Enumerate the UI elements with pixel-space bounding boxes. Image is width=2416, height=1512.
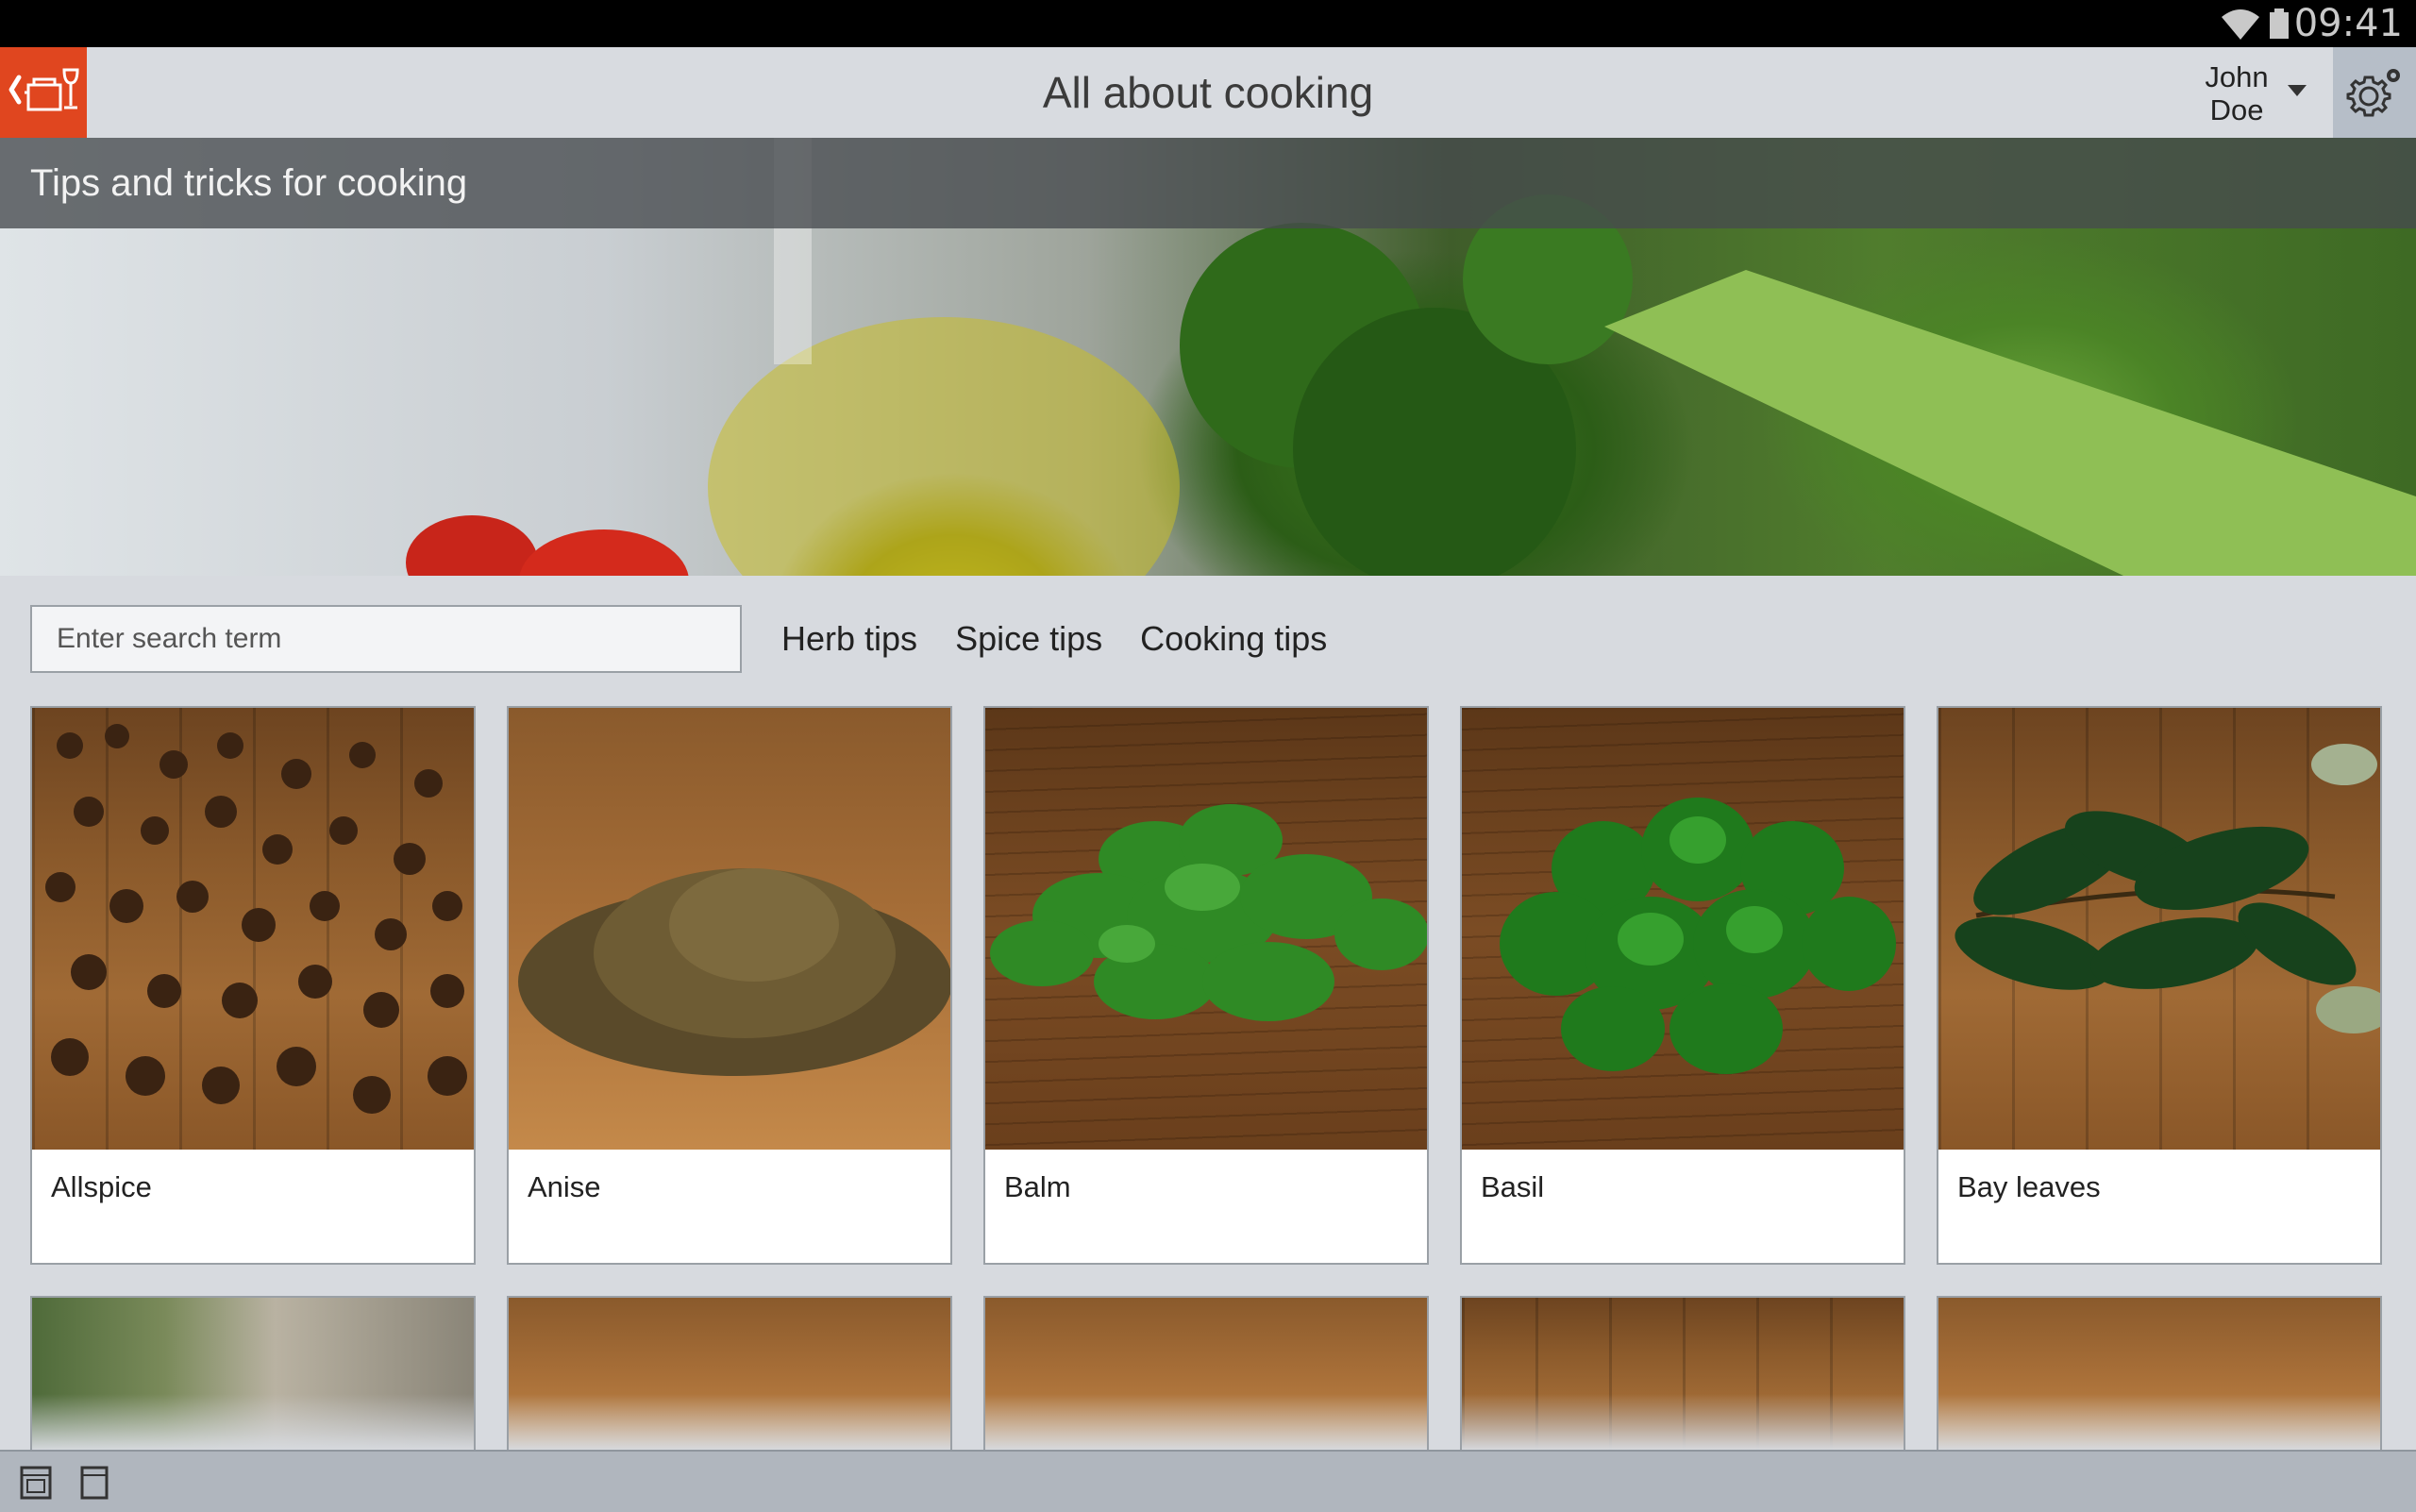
- caret-down-icon: [2288, 85, 2307, 96]
- card-basil[interactable]: Basil: [1460, 706, 1905, 1265]
- herb-tips-link[interactable]: Herb tips: [781, 605, 917, 673]
- app-header: All about cooking John Doe: [0, 47, 2416, 138]
- user-name: John Doe: [2190, 60, 2284, 126]
- cooking-tips-link[interactable]: Cooking tips: [1140, 605, 1327, 673]
- hero-banner: Tips and tricks for cooking: [0, 138, 2416, 576]
- gear-icon: [2346, 69, 2400, 117]
- settings-button[interactable]: [2333, 47, 2416, 138]
- card-fade: [32, 1394, 474, 1451]
- page-title: All about cooking: [1042, 68, 1374, 117]
- card-row2-5[interactable]: [1937, 1296, 2382, 1451]
- back-cooking-pot-icon: [8, 68, 79, 111]
- card-row2-2[interactable]: [507, 1296, 952, 1451]
- spice-tips-link[interactable]: Spice tips: [955, 605, 1102, 673]
- card-row2-1[interactable]: [30, 1296, 476, 1451]
- user-last-name: Doe: [2209, 93, 2264, 126]
- card-balm[interactable]: Balm: [983, 706, 1429, 1265]
- anise-seed-pile: [518, 868, 950, 1076]
- search-input[interactable]: [30, 605, 742, 673]
- bay-leaf-branch: [1955, 744, 2380, 1033]
- fridge-icon[interactable]: [77, 1465, 111, 1501]
- card-allspice[interactable]: Allspice: [30, 706, 476, 1265]
- card-fade: [1462, 1394, 1904, 1451]
- card-label: Anise: [528, 1170, 601, 1203]
- balm-image: [985, 708, 1427, 1150]
- card-bay-leaves[interactable]: Bay leaves: [1937, 706, 2382, 1265]
- card-anise[interactable]: Anise: [507, 706, 952, 1265]
- basil-image: [1462, 708, 1904, 1150]
- back-button[interactable]: [0, 47, 87, 138]
- allspice-image: [32, 708, 474, 1150]
- card-fade: [1938, 1394, 2380, 1451]
- card-fade: [985, 1394, 1427, 1451]
- bay-leaves-image: [1938, 708, 2380, 1150]
- card-row2-4[interactable]: [1460, 1296, 1905, 1451]
- anise-image: [509, 708, 950, 1150]
- card-row2-3[interactable]: [983, 1296, 1429, 1451]
- basil-leaves: [1500, 798, 1896, 1074]
- status-bar: 09:41: [0, 0, 2416, 47]
- card-label: Balm: [1004, 1170, 1071, 1203]
- card-label: Basil: [1481, 1170, 1545, 1203]
- user-first-name: John: [2205, 60, 2269, 93]
- user-menu[interactable]: John Doe: [2190, 60, 2312, 128]
- filter-links: Herb tips Spice tips Cooking tips: [781, 605, 1327, 673]
- bottom-bar: [0, 1450, 2416, 1512]
- battery-icon: [2270, 8, 2289, 39]
- hero-subtitle: Tips and tricks for cooking: [30, 162, 468, 204]
- oven-icon[interactable]: [19, 1465, 53, 1501]
- card-label: Bay leaves: [1957, 1170, 2101, 1203]
- card-label: Allspice: [51, 1170, 152, 1203]
- card-fade: [509, 1394, 950, 1451]
- balm-leaves: [990, 804, 1427, 1021]
- allspice-berries: [45, 724, 467, 1114]
- wifi-icon: [2222, 9, 2259, 40]
- clock: 09:41: [2293, 2, 2403, 45]
